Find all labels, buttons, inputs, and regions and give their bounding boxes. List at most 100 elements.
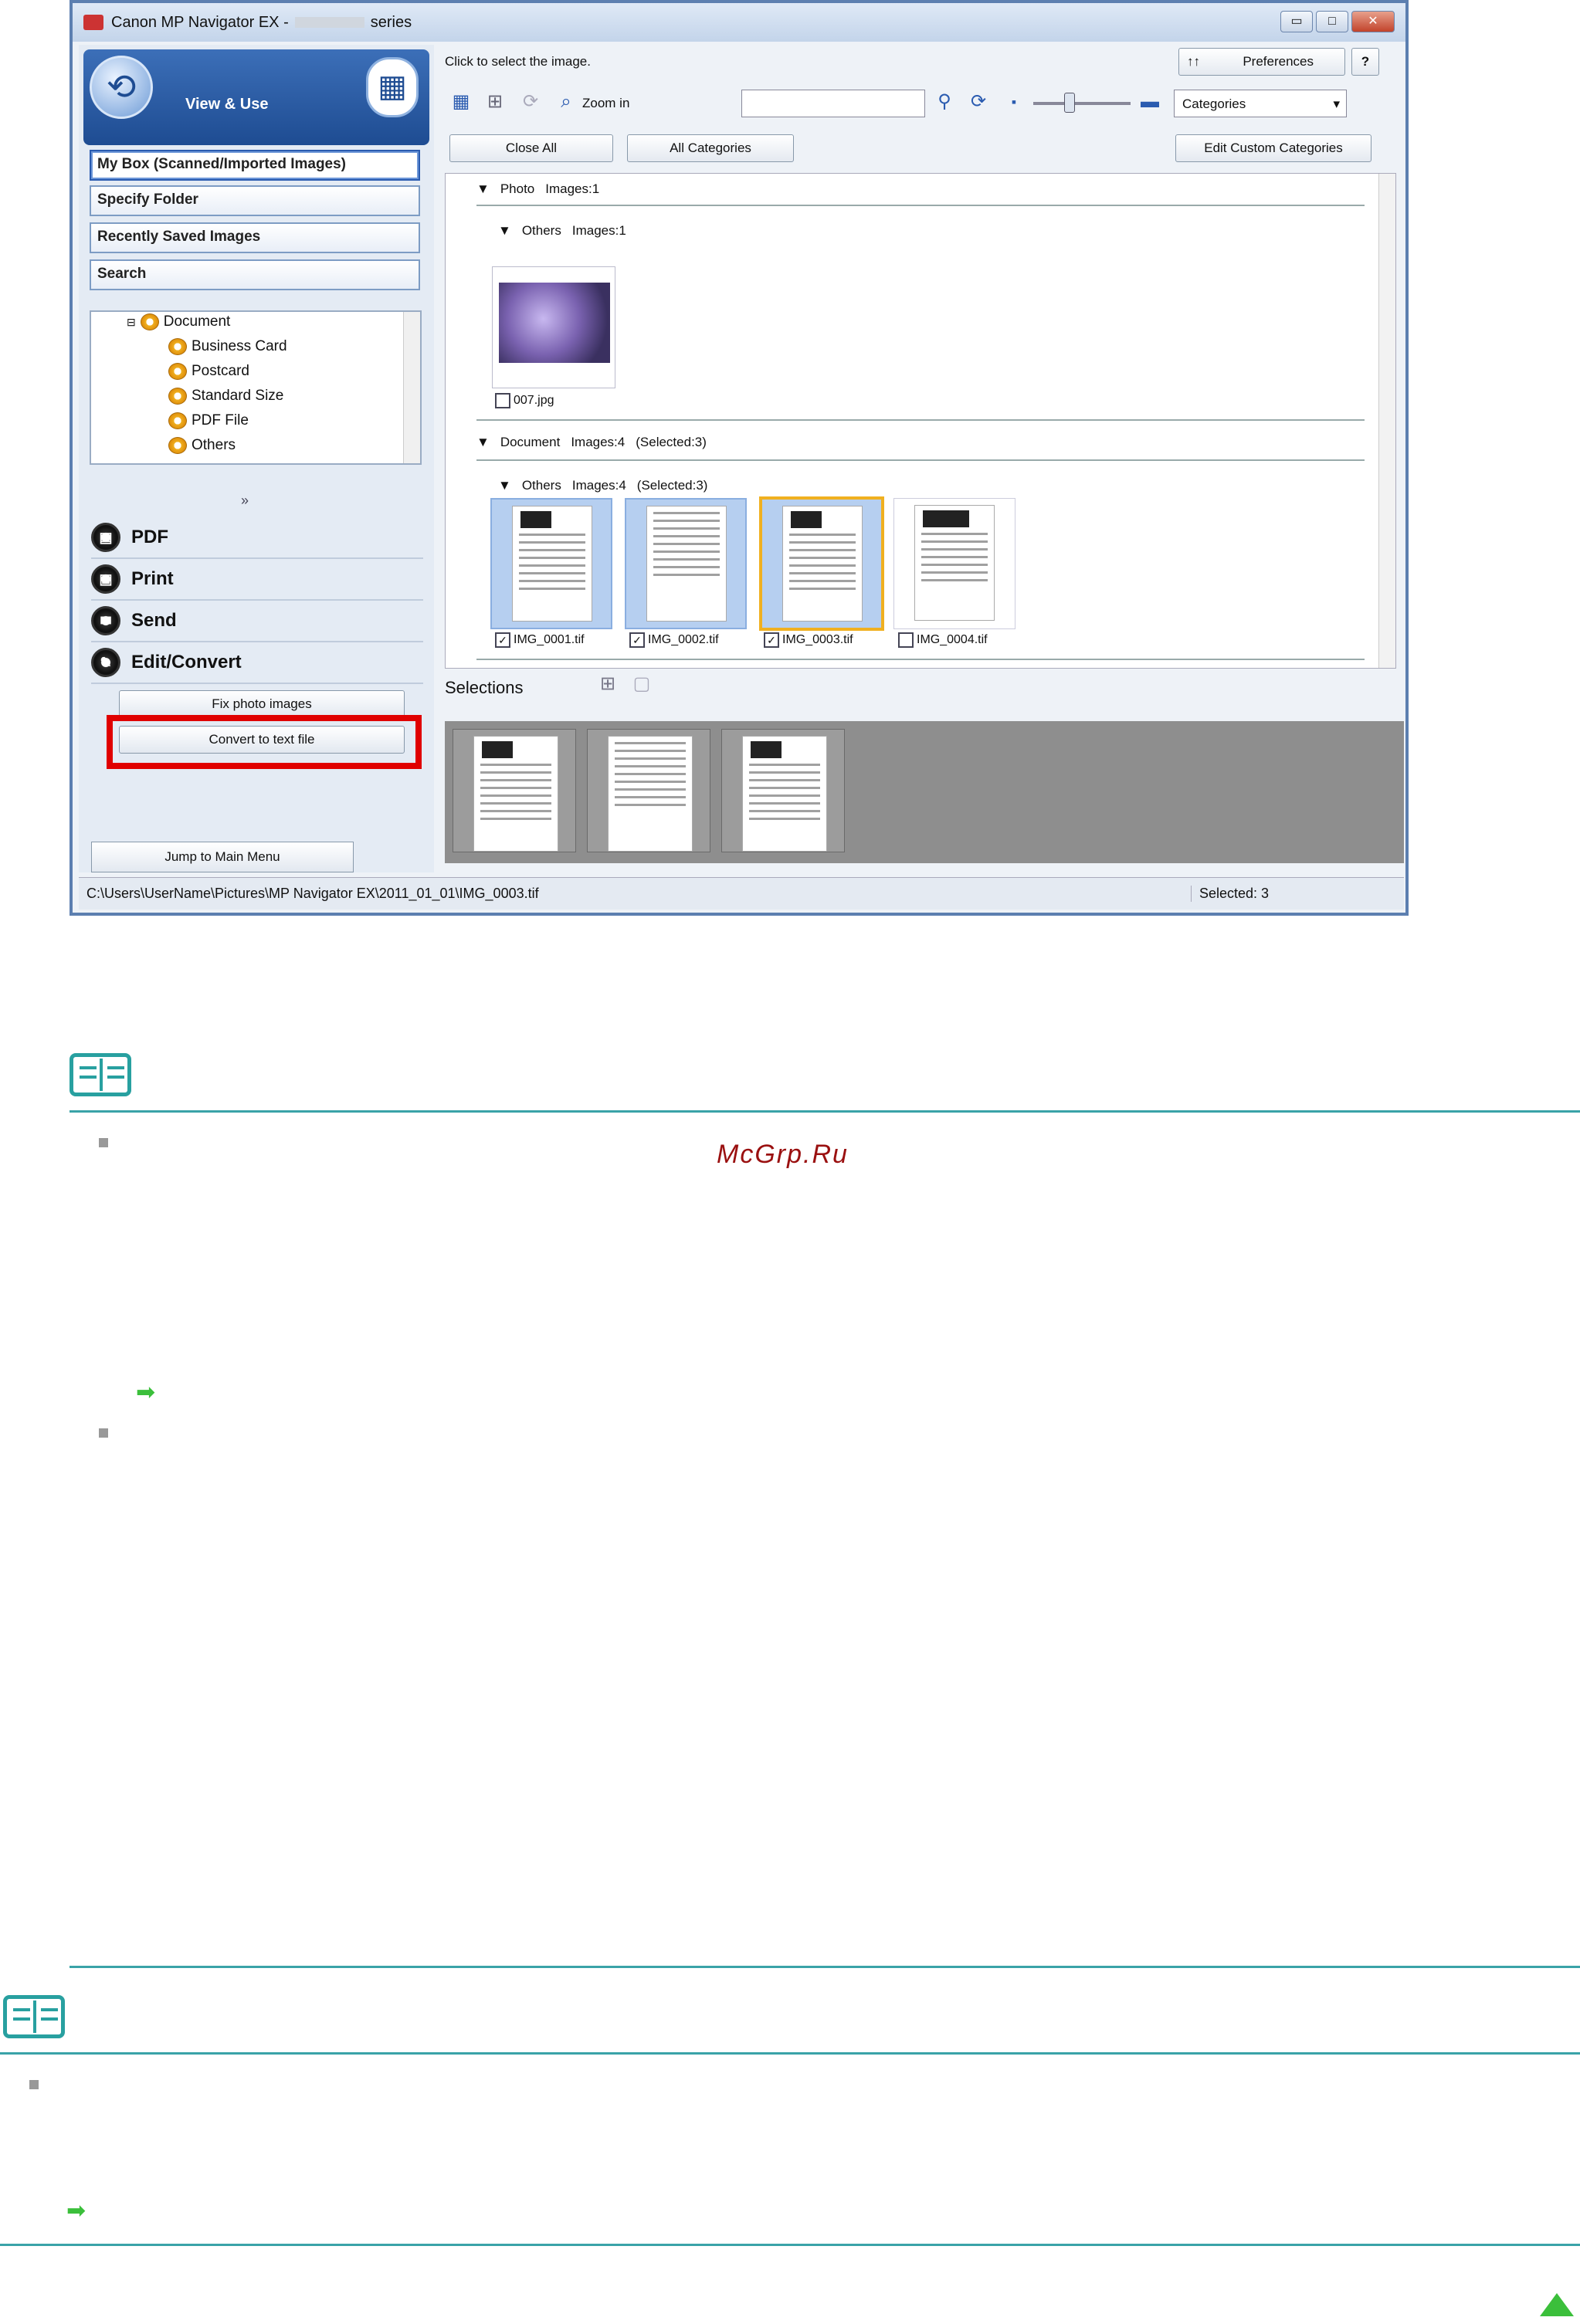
expand-chevron-icon[interactable]: » <box>241 493 249 509</box>
selections-grid-icon[interactable]: ⊞ <box>595 672 621 698</box>
doc-caption-1[interactable]: ✓ IMG_0001.tif <box>495 632 585 648</box>
mode-header: ⟲ View & Use ▦ <box>83 49 429 145</box>
fix-photo-images-button[interactable]: Fix photo images <box>119 690 405 718</box>
search-input[interactable] <box>741 90 925 117</box>
folder-icon <box>140 313 159 330</box>
deselect-icon[interactable]: ⊞ <box>482 90 508 116</box>
bullet <box>29 2080 39 2089</box>
pdf-icon: ▤ <box>91 523 120 552</box>
collapse-icon: ▼ <box>498 223 511 238</box>
close-all-button[interactable]: Close All <box>449 134 613 162</box>
link-arrow-icon[interactable]: ➡ <box>136 1381 162 1404</box>
edit-icon: ✎ <box>91 648 120 677</box>
group-photo-others-header[interactable]: ▼ Others Images:1 <box>498 223 626 239</box>
status-bar: C:\Users\UserName\Pictures\MP Navigator … <box>79 877 1404 910</box>
folder-icon <box>168 437 187 454</box>
nav-search[interactable]: Search <box>90 259 420 290</box>
window-title-suffix: series <box>370 13 412 31</box>
checkbox[interactable] <box>898 632 914 648</box>
send-icon: ✉ <box>91 606 120 635</box>
folder-icon <box>168 412 187 429</box>
edit-custom-categories-button[interactable]: Edit Custom Categories <box>1175 134 1371 162</box>
maximize-button[interactable]: □ <box>1316 11 1348 32</box>
divider <box>476 659 1365 660</box>
preferences-button[interactable]: ↑↑ Preferences <box>1178 48 1345 76</box>
checkbox[interactable]: ✓ <box>764 632 779 648</box>
tree-scrollbar[interactable] <box>403 312 420 463</box>
group-photo-header[interactable]: ▼ Photo Images:1 <box>476 181 599 197</box>
tree-item-postcard[interactable]: Postcard <box>168 363 249 380</box>
selection-thumbnail-3[interactable] <box>721 729 845 852</box>
folder-icon <box>168 388 187 405</box>
toolbar-hint: Click to select the image. <box>445 54 591 69</box>
status-selected-count: Selected: 3 <box>1191 886 1269 902</box>
mode-title: View & Use <box>185 96 269 113</box>
zoom-in-label[interactable]: Zoom in <box>582 96 629 111</box>
tree-item-others[interactable]: Others <box>168 437 236 454</box>
doc-thumbnail-3[interactable] <box>759 496 884 631</box>
note-icon <box>3 1995 65 2038</box>
app-icon <box>83 15 103 30</box>
view-select[interactable]: Categories ▾ <box>1174 90 1347 117</box>
thumbnail-area[interactable]: ▼ Photo Images:1 ▼ Others Images:1 007.jpg ▼… <box>445 173 1396 669</box>
checkbox[interactable]: ✓ <box>629 632 645 648</box>
all-categories-button[interactable]: All Categories <box>627 134 794 162</box>
collapse-icon: ▼ <box>498 478 511 493</box>
tree-item-business-card[interactable]: Business Card <box>168 338 287 355</box>
nav-recently-saved[interactable]: Recently Saved Images <box>90 222 420 253</box>
divider <box>476 459 1365 461</box>
action-send[interactable]: ✉ Send <box>91 601 423 642</box>
slider-thumb[interactable] <box>1064 93 1075 113</box>
app-window: Canon MP Navigator EX - series ▭ □ ✕ ⟲ V… <box>70 0 1409 916</box>
selections-tray[interactable] <box>445 721 1404 863</box>
back-to-top-icon[interactable] <box>1540 2293 1574 2316</box>
doc-thumbnail-4[interactable] <box>893 498 1015 629</box>
action-pdf[interactable]: ▤ PDF <box>91 517 423 559</box>
mode-switch-icon[interactable]: ⟲ <box>90 56 153 119</box>
note-divider <box>70 1110 1580 1113</box>
rotate-icon[interactable]: ⟳ <box>517 90 544 116</box>
nav-my-box[interactable]: My Box (Scanned/Imported Images) <box>90 150 420 181</box>
category-tree[interactable]: ⊟ Document Business Card Postcard Standar… <box>90 310 422 465</box>
selections-clear-icon[interactable]: ▢ <box>629 672 655 698</box>
group-document-header[interactable]: ▼ Document Images:4 (Selected:3) <box>476 435 707 450</box>
tree-item-pdf-file[interactable]: PDF File <box>168 412 249 429</box>
select-all-icon[interactable]: ▦ <box>448 90 474 116</box>
left-panel: ⟲ View & Use ▦ My Box (Scanned/Imported … <box>79 45 434 872</box>
selection-thumbnail-1[interactable] <box>453 729 576 852</box>
action-print[interactable]: ▣ Print <box>91 559 423 601</box>
folder-icon <box>168 338 187 355</box>
doc-caption-4[interactable]: IMG_0004.tif <box>898 632 988 648</box>
refresh-icon[interactable]: ⟳ <box>965 90 992 116</box>
group-doc-others-header[interactable]: ▼ Others Images:4 (Selected:3) <box>498 478 707 493</box>
print-icon: ▣ <box>91 564 120 594</box>
photo-caption[interactable]: 007.jpg <box>495 393 554 408</box>
zoom-in-icon[interactable]: ⌕ <box>553 90 579 116</box>
thumbnail-size-slider[interactable] <box>1033 102 1131 105</box>
nav-specify-folder[interactable]: Specify Folder <box>90 185 420 216</box>
bullet <box>99 1428 108 1438</box>
window-title-prefix: Canon MP Navigator EX - <box>111 13 289 31</box>
note-divider <box>70 1966 1580 1968</box>
tree-item-document[interactable]: ⊟ Document <box>127 313 230 330</box>
jump-to-main-menu-button[interactable]: Jump to Main Menu <box>91 842 354 872</box>
selection-thumbnail-2[interactable] <box>587 729 710 852</box>
tree-item-standard-size[interactable]: Standard Size <box>168 388 283 405</box>
doc-thumbnail-2[interactable] <box>625 498 747 629</box>
help-button[interactable]: ? <box>1351 48 1379 76</box>
photo-thumbnail[interactable] <box>492 266 615 388</box>
close-button[interactable]: ✕ <box>1351 11 1395 32</box>
action-edit-convert[interactable]: ✎ Edit/Convert <box>91 642 423 684</box>
selections-label: Selections <box>445 678 524 697</box>
doc-caption-2[interactable]: ✓ IMG_0002.tif <box>629 632 719 648</box>
checkbox[interactable]: ✓ <box>495 632 510 648</box>
search-icon[interactable]: ⚲ <box>931 90 958 116</box>
doc-caption-3[interactable]: ✓ IMG_0003.tif <box>764 632 853 648</box>
minimize-button[interactable]: ▭ <box>1280 11 1313 32</box>
content-scrollbar[interactable] <box>1378 174 1395 668</box>
watermark: McGrp.Ru <box>717 1140 849 1169</box>
link-arrow-icon[interactable]: ➡ <box>66 2200 93 2223</box>
doc-thumbnail-1[interactable] <box>490 498 612 629</box>
photo-checkbox[interactable] <box>495 393 510 408</box>
divider <box>476 205 1365 206</box>
